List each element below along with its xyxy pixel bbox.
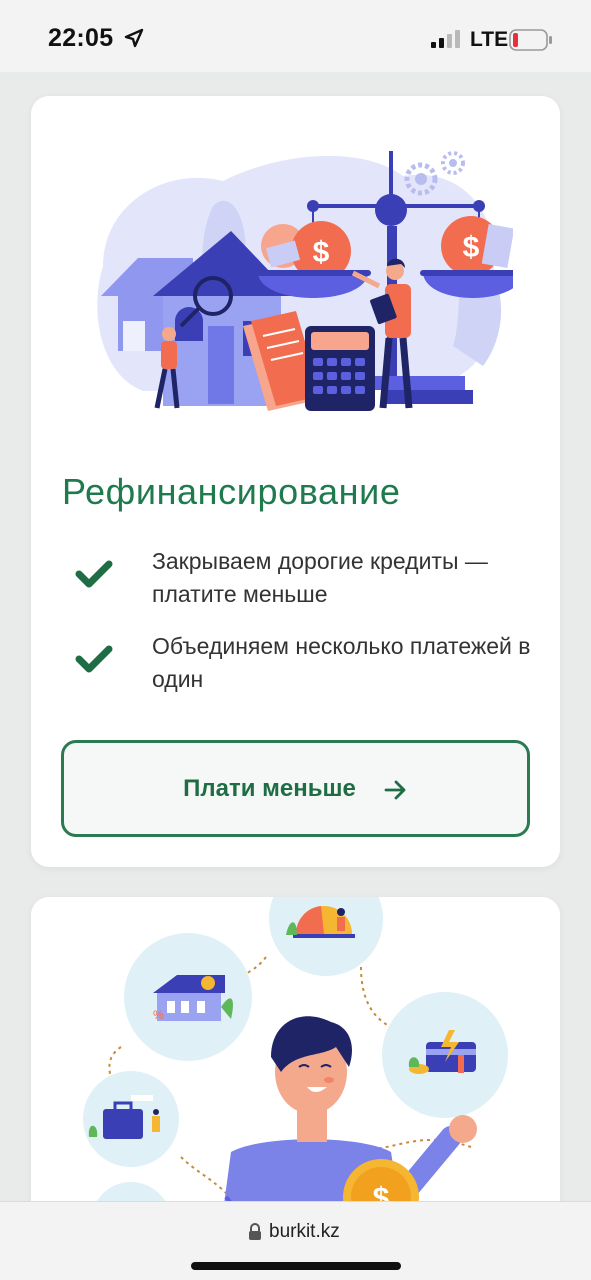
home-indicator[interactable] [191, 1262, 401, 1270]
refinancing-card: $ $ Рефинансирование Закрываем дорогие к… [31, 96, 560, 867]
feature-text: Закрываем дорогие кредиты — платите мень… [152, 548, 488, 607]
network-label: LTE [470, 28, 509, 51]
pay-less-label: Плати меньше [183, 774, 356, 802]
signal-icon [431, 30, 460, 48]
browser-url-bar[interactable]: burkit.kz [0, 1201, 591, 1280]
url-text[interactable]: burkit.kz [269, 1221, 340, 1243]
status-bar: 22:05 LTE [0, 0, 591, 72]
battery-low-icon [509, 29, 552, 51]
card-title: Рефинансирование [62, 471, 401, 512]
man-with-financial-goals-illustration: % $ [83, 897, 508, 1227]
arrow-right-icon [384, 780, 406, 799]
status-time: 22:05 [48, 24, 114, 52]
lock-icon [249, 1223, 261, 1240]
financial-goals-card: % $ [31, 897, 560, 1227]
check-icon [75, 645, 113, 673]
svg-text:%: % [153, 1008, 164, 1022]
check-icon [75, 560, 113, 588]
location-arrow-icon [124, 28, 144, 48]
feature-text: Объединяем несколько платежей в один [152, 633, 531, 692]
pay-less-button[interactable]: Плати меньше [61, 740, 530, 837]
refinance-scales-illustration: $ $ [97, 151, 513, 411]
svg-text:$: $ [313, 236, 330, 269]
svg-text:$: $ [463, 231, 480, 264]
